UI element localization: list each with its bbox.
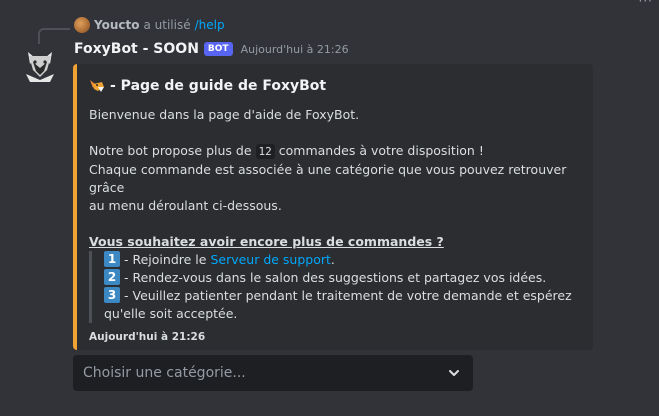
number-3-icon: 3 <box>104 287 120 303</box>
message-timestamp[interactable]: Aujourd'hui à 21:26 <box>241 43 349 56</box>
reply-command[interactable]: /help <box>195 18 225 32</box>
reply-username[interactable]: Youcto <box>94 18 139 32</box>
command-count: 12 <box>255 144 275 159</box>
category-select[interactable]: Choisir une catégorie... <box>73 355 473 391</box>
embed-line-1: Notre bot propose plus de 12 commandes à… <box>89 143 484 159</box>
embed-subheading: Vous souhaitez avoir encore plus de comm… <box>89 234 444 249</box>
number-2-icon: 2 <box>104 269 120 285</box>
support-server-link[interactable]: Serveur de support <box>210 252 330 267</box>
reply-reference[interactable]: Youcto a utilisé /help <box>74 17 225 33</box>
bot-username[interactable]: FoxyBot - SOON <box>74 41 199 57</box>
steps-blockquote: 1 - Rejoindre le Serveur de support. 2 -… <box>89 251 581 323</box>
fox-icon <box>90 80 104 92</box>
embed-line-2: Chaque commande est associée à une catég… <box>89 162 567 195</box>
embed-line-3: au menu déroulant ci-dessous. <box>89 198 282 213</box>
step-item: 2 - Rendez-vous dans le salon des sugges… <box>104 269 581 287</box>
category-select-placeholder: Choisir une catégorie... <box>83 365 246 381</box>
step-item: 3 - Veuillez patienter pendant le traite… <box>104 287 581 305</box>
number-1-icon: 1 <box>104 251 120 267</box>
step-item-continuation: qu'elle soit acceptée. <box>104 306 238 321</box>
chevron-down-icon <box>449 370 459 376</box>
help-embed: - Page de guide de FoxyBot Bienvenue dan… <box>73 64 593 350</box>
reply-connector <box>38 28 70 44</box>
embed-footer-timestamp: Aujourd'hui à 21:26 <box>89 331 206 343</box>
embed-title: - Page de guide de FoxyBot <box>89 78 581 94</box>
bot-tag: BOT <box>203 42 233 56</box>
reply-verb: a utilisé <box>143 18 191 32</box>
step-item: 1 - Rejoindre le Serveur de support. <box>104 251 581 269</box>
reply-avatar[interactable] <box>74 17 90 33</box>
message-header: FoxyBot - SOON BOT Aujourd'hui à 21:26 <box>74 41 349 57</box>
fox-avatar[interactable] <box>20 44 60 84</box>
embed-title-text: - Page de guide de FoxyBot <box>110 78 327 94</box>
embed-intro: Bienvenue dans la page d'aide de FoxyBot… <box>89 107 360 122</box>
more-options-icon[interactable]: ··· <box>639 0 653 8</box>
